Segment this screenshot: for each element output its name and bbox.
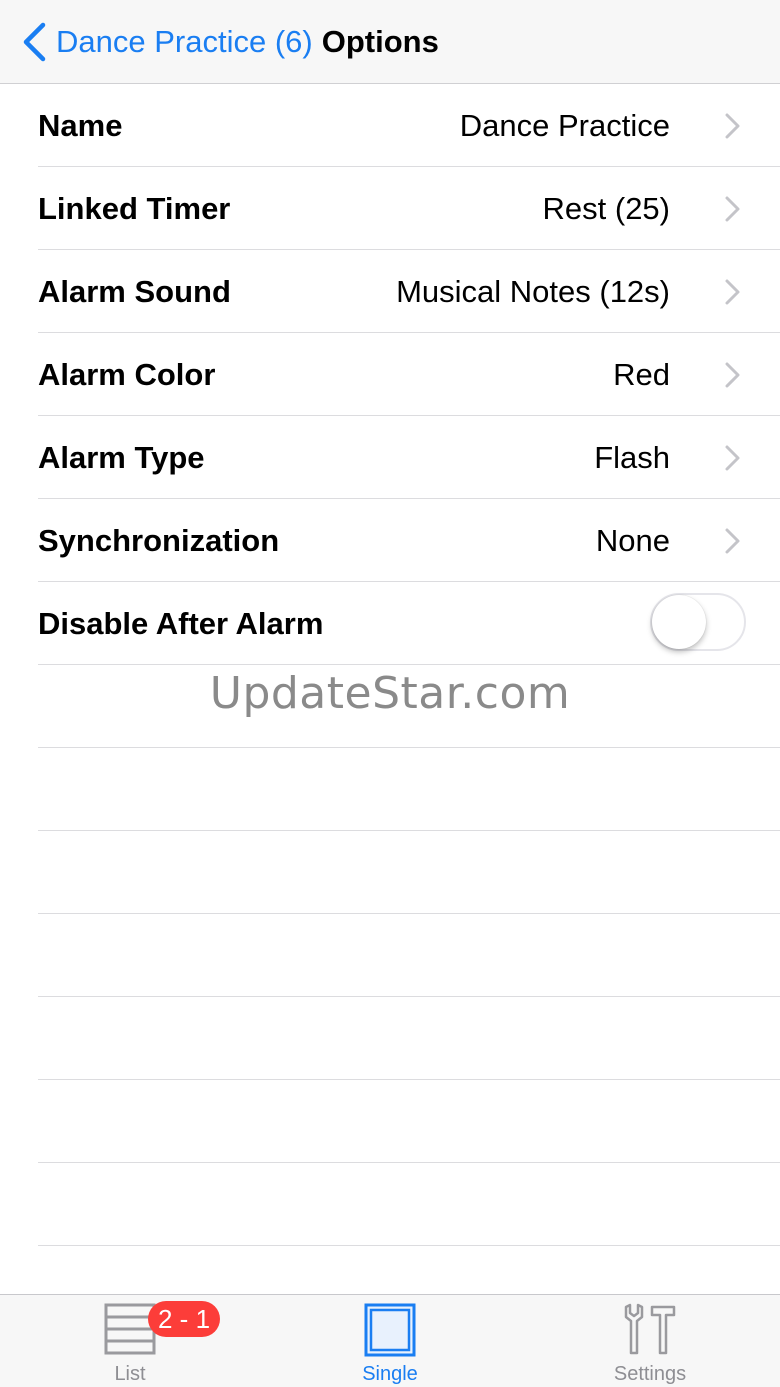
back-button-label: Dance Practice (6) [56, 24, 313, 59]
row-label: Synchronization [38, 523, 280, 558]
tab-single-label: Single [362, 1363, 418, 1385]
switch-knob [652, 595, 706, 649]
row-synchronization[interactable]: Synchronization None [0, 499, 780, 582]
square-icon [364, 1303, 416, 1357]
row-disable-after-alarm: Disable After Alarm [0, 582, 780, 665]
tab-list-label: List [114, 1363, 146, 1385]
row-label: Alarm Color [38, 357, 216, 392]
row-value: None [595, 523, 670, 558]
tab-settings-label: Settings [613, 1363, 687, 1385]
row-value: Rest (25) [542, 191, 670, 226]
chevron-right-icon [725, 279, 740, 305]
disable-after-alarm-switch[interactable] [650, 593, 746, 651]
tab-list[interactable]: 2 - 1 List [0, 1295, 260, 1387]
tab-single[interactable]: Single [260, 1295, 520, 1387]
row-name[interactable]: Name Dance Practice [0, 84, 780, 167]
row-value: Flash [594, 440, 670, 475]
chevron-right-icon [725, 445, 740, 471]
chevron-right-icon [725, 362, 740, 388]
list-icon [104, 1303, 156, 1355]
tab-bar: 2 - 1 List Single Settings [0, 1294, 780, 1387]
chevron-right-icon [725, 113, 740, 139]
empty-row [0, 997, 780, 1080]
row-label: Name [38, 108, 123, 143]
row-alarm-sound[interactable]: Alarm Sound Musical Notes (12s) [0, 250, 780, 333]
row-label: Alarm Type [38, 440, 205, 475]
row-label: Disable After Alarm [38, 606, 324, 641]
row-label: Linked Timer [38, 191, 231, 226]
tools-icon [624, 1303, 676, 1355]
navigation-bar: Dance Practice (6) Options [0, 0, 780, 84]
empty-row [0, 1163, 780, 1246]
row-value: Dance Practice [459, 108, 670, 143]
empty-row [0, 914, 780, 997]
list-badge: 2 - 1 [148, 1301, 221, 1337]
page-title: Options [321, 24, 439, 59]
empty-row [0, 748, 780, 831]
row-alarm-color[interactable]: Alarm Color Red [0, 333, 780, 416]
chevron-right-icon [725, 196, 740, 222]
options-list: Name Dance Practice Linked Timer Rest (2… [0, 84, 780, 1246]
row-value: Red [613, 357, 670, 392]
row-label: Alarm Sound [38, 274, 231, 309]
watermark: UpdateStar.com [209, 668, 571, 719]
back-button[interactable]: Dance Practice (6) Options [22, 22, 439, 62]
options-screen: Dance Practice (6) Options Name Dance Pr… [0, 0, 780, 1387]
chevron-right-icon [725, 528, 740, 554]
tab-settings[interactable]: Settings [520, 1295, 780, 1387]
row-value: Musical Notes (12s) [396, 274, 670, 309]
empty-row [0, 831, 780, 914]
chevron-left-icon [23, 22, 46, 62]
row-alarm-type[interactable]: Alarm Type Flash [0, 416, 780, 499]
row-linked-timer[interactable]: Linked Timer Rest (25) [0, 167, 780, 250]
empty-row [0, 1080, 780, 1163]
